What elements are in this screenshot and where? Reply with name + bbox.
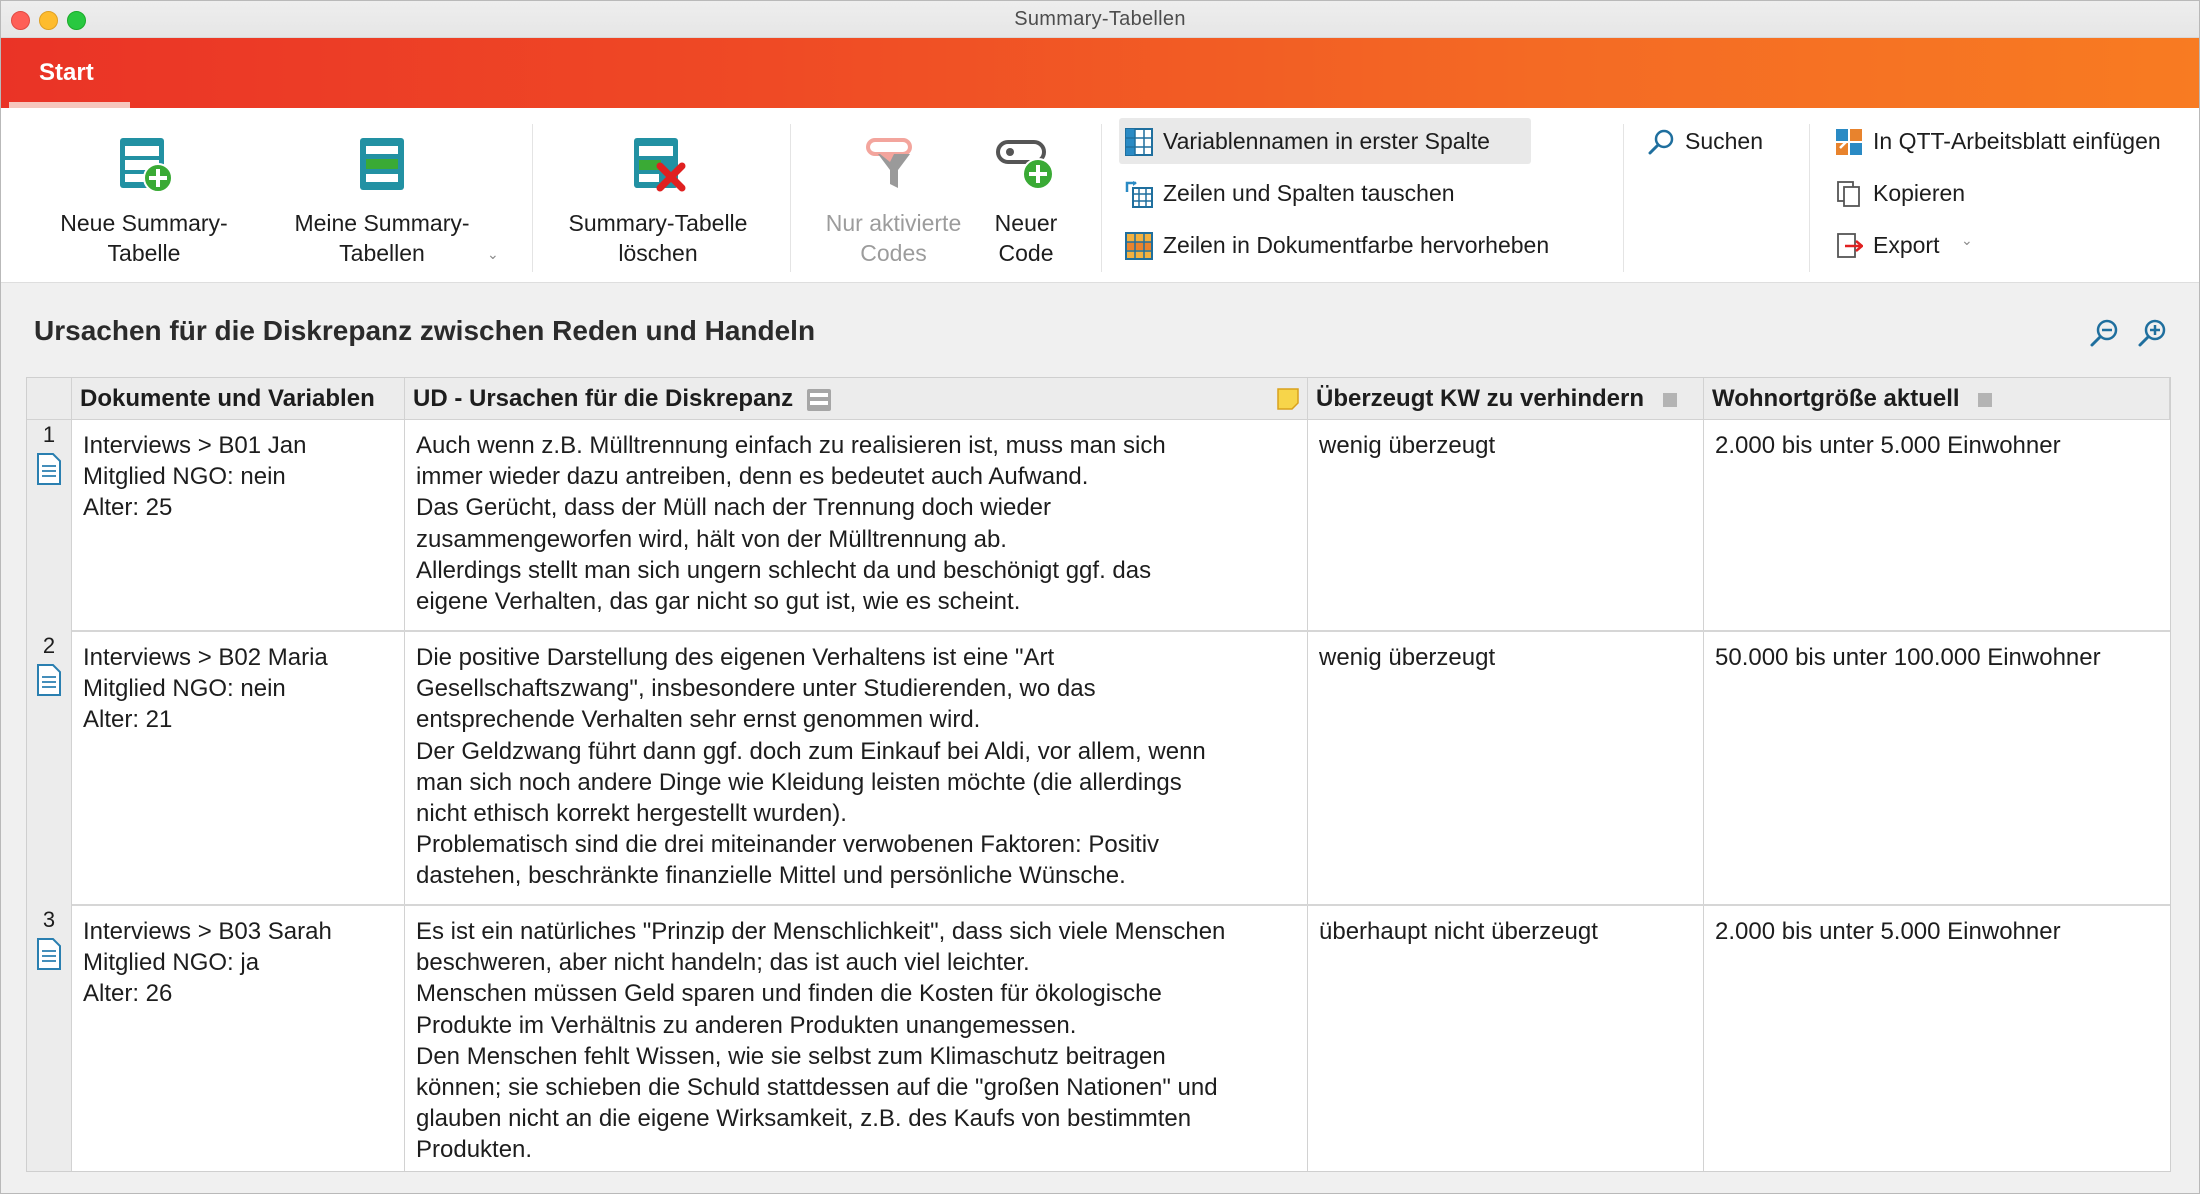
variable-type-icon — [1978, 392, 1993, 407]
table-cell-document[interactable]: Interviews > B03 Sarah Mitglied NGO: ja … — [72, 906, 405, 1171]
column-header-town-size[interactable]: Wohnortgröße aktuell — [1704, 378, 2170, 420]
swap-icon — [1125, 181, 1153, 208]
new-summary-table-button[interactable]: Neue Summary- Tabelle — [39, 132, 249, 268]
zoom-out-icon[interactable] — [2088, 317, 2120, 349]
table-cell-ud[interactable]: Die positive Darstellung des eigenen Ver… — [405, 632, 1308, 905]
delete-summary-table-label: Summary-Tabelle löschen — [568, 210, 748, 266]
column-header-ud-label: UD - Ursachen für die Diskrepanz — [413, 385, 794, 412]
row-header[interactable]: 2 — [27, 631, 72, 905]
corner-header — [27, 378, 72, 420]
delete-table-icon — [626, 132, 690, 196]
summary-table-pane: Ursachen für die Diskrepanz zwischen Red… — [1, 283, 2199, 1193]
column-header-ud[interactable]: UD - Ursachen für die Diskrepanz — [405, 378, 1308, 420]
table-cell-ud[interactable]: Auch wenn z.B. Mülltrennung einfach zu r… — [405, 420, 1308, 631]
ribbon-toolbar: Neue Summary- Tabelle Meine Summary- Tab… — [1, 108, 2199, 283]
qtt-worksheet-icon — [1836, 129, 1862, 155]
row-number: 3 — [42, 907, 56, 932]
var-names-first-column-label: Variablennamen in erster Spalte — [1163, 128, 1490, 154]
export-icon — [1837, 233, 1863, 258]
app-window: Summary-Tabellen Start Neue Summary- Tab… — [0, 0, 2200, 1194]
memo-icon[interactable] — [1275, 386, 1301, 412]
tab-start-label: Start — [39, 59, 94, 86]
ribbon-tab-strip: Start — [1, 38, 2199, 108]
chevron-down-icon[interactable]: ⌄ — [1961, 232, 1973, 249]
only-activated-codes-label: Nur aktivierte Codes — [825, 210, 962, 266]
row-header[interactable]: 1 — [27, 420, 72, 631]
colored-grid-icon — [1125, 232, 1153, 260]
new-table-icon — [112, 132, 176, 196]
chevron-down-icon[interactable]: ⌄ — [487, 246, 499, 263]
copy-label: Kopieren — [1873, 180, 1966, 206]
delete-summary-table-button[interactable]: Summary-Tabelle löschen — [553, 132, 763, 268]
row-number: 1 — [42, 422, 56, 447]
table-cell-town-size[interactable]: 50.000 bis unter 100.000 Einwohner — [1704, 632, 2170, 905]
window-title: Summary-Tabellen — [1014, 8, 1186, 30]
document-icon[interactable] — [36, 937, 62, 971]
new-code-icon — [994, 132, 1058, 196]
export-button[interactable]: Export — [1829, 222, 1979, 268]
document-icon[interactable] — [36, 452, 62, 486]
table-cell-town-size[interactable]: 2.000 bis unter 5.000 Einwohner — [1704, 420, 2170, 631]
column-header-documents-label: Dokumente und Variablen — [80, 385, 375, 412]
highlight-rows-button[interactable]: Zeilen in Dokumentfarbe hervorheben — [1119, 222, 1599, 268]
var-names-first-column-button[interactable]: Variablennamen in erster Spalte — [1119, 118, 1531, 164]
table-title: Ursachen für die Diskrepanz zwischen Red… — [34, 315, 816, 346]
document-icon[interactable] — [36, 663, 62, 697]
insert-qtt-label: In QTT-Arbeitsblatt einfügen — [1873, 128, 2161, 154]
zoom-in-icon[interactable] — [2136, 317, 2168, 349]
column-header-documents[interactable]: Dokumente und Variablen — [72, 378, 405, 420]
variable-type-icon — [1662, 392, 1677, 407]
ribbon-separator — [790, 124, 791, 272]
summary-tables-icon — [350, 132, 414, 196]
table-cell-convinced[interactable]: wenig überzeugt — [1308, 632, 1704, 905]
copy-icon — [1837, 181, 1860, 207]
filter-codes-icon — [862, 132, 926, 196]
ribbon-separator — [1623, 124, 1624, 272]
only-activated-codes-button[interactable]: Nur aktivierte Codes — [806, 132, 981, 268]
ribbon-separator — [1809, 124, 1810, 272]
column-header-town-size-label: Wohnortgröße aktuell — [1712, 385, 1960, 412]
insert-qtt-button[interactable]: In QTT-Arbeitsblatt einfügen — [1829, 118, 2193, 164]
row-number: 2 — [42, 633, 56, 658]
table-cell-convinced[interactable]: überhaupt nicht überzeugt — [1308, 906, 1704, 1171]
search-icon — [1648, 129, 1674, 155]
highlight-rows-label: Zeilen in Dokumentfarbe hervorheben — [1163, 232, 1550, 258]
export-label: Export — [1873, 232, 1940, 258]
new-code-button[interactable]: Neuer Code — [976, 132, 1076, 268]
table-cell-document[interactable]: Interviews > B01 Jan Mitglied NGO: nein … — [72, 420, 405, 631]
tab-start[interactable]: Start — [9, 38, 130, 108]
table-cell-ud[interactable]: Es ist ein natürliches "Prinzip der Mens… — [405, 906, 1308, 1171]
grid-icon — [1125, 128, 1153, 156]
search-button[interactable]: Suchen — [1641, 118, 1791, 164]
swap-rows-columns-button[interactable]: Zeilen und Spalten tauschen — [1119, 170, 1539, 216]
column-header-convinced-label: Überzeugt KW zu verhindern — [1316, 385, 1645, 412]
column-header-convinced[interactable]: Überzeugt KW zu verhindern — [1308, 378, 1704, 420]
title-bar: Summary-Tabellen — [1, 1, 2199, 38]
table-cell-town-size[interactable]: 2.000 bis unter 5.000 Einwohner — [1704, 906, 2170, 1171]
table-cell-document[interactable]: Interviews > B02 Maria Mitglied NGO: nei… — [72, 632, 405, 905]
copy-button[interactable]: Kopieren — [1829, 170, 2029, 216]
summary-table: Dokumente und Variablen UD - Ursachen fü… — [26, 377, 2171, 1172]
new-code-label: Neuer Code — [994, 210, 1058, 266]
my-summary-tables-button[interactable]: Meine Summary- Tabellen — [277, 132, 487, 268]
ribbon-separator — [1101, 124, 1102, 272]
my-summary-tables-label: Meine Summary- Tabellen — [294, 210, 470, 266]
summary-table-small-icon — [806, 388, 831, 411]
table-cell-convinced[interactable]: wenig überzeugt — [1308, 420, 1704, 631]
new-summary-table-label: Neue Summary- Tabelle — [60, 210, 228, 266]
search-label: Suchen — [1685, 128, 1764, 154]
swap-rows-columns-label: Zeilen und Spalten tauschen — [1163, 180, 1455, 206]
ribbon-separator — [532, 124, 533, 272]
row-header[interactable]: 3 — [27, 905, 72, 1171]
